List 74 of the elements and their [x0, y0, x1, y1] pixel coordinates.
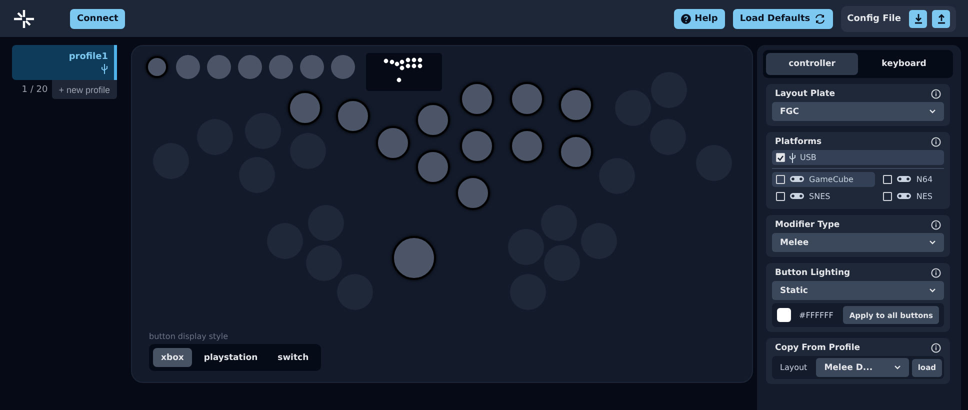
info-icon[interactable]: [931, 220, 941, 230]
logo-icon: [12, 8, 36, 28]
profile-select[interactable]: Melee D...: [816, 358, 909, 377]
controller-button[interactable]: [269, 55, 293, 79]
color-swatch[interactable]: [777, 308, 791, 322]
config-file-label: Config File: [847, 14, 901, 24]
info-icon[interactable]: [931, 137, 941, 147]
display-style-option[interactable]: switch: [270, 348, 317, 367]
checkbox[interactable]: [776, 192, 785, 201]
info-icon[interactable]: [931, 268, 941, 278]
refresh-icon: [814, 14, 826, 24]
chevron-icon: [894, 365, 901, 370]
mode-tab[interactable]: controller: [766, 53, 858, 75]
info-icon[interactable]: [931, 343, 941, 353]
connect-button[interactable]: Connect: [70, 8, 126, 28]
help-icon: [680, 14, 691, 24]
help-button[interactable]: Help: [674, 8, 725, 28]
checkbox[interactable]: [883, 192, 892, 201]
controller-button[interactable]: [336, 99, 370, 133]
controller-button[interactable]: [460, 82, 494, 116]
controller-button[interactable]: [416, 150, 450, 184]
info-icon[interactable]: [931, 89, 941, 99]
mode-tab[interactable]: keyboard: [858, 53, 950, 75]
upload-button[interactable]: [932, 10, 950, 28]
controller-button[interactable]: [146, 56, 168, 78]
new-profile-button[interactable]: + new profile: [52, 80, 117, 99]
color-value: #FFFFFF: [799, 310, 834, 320]
display-style-option[interactable]: playstation: [196, 348, 266, 367]
controller-button[interactable]: [176, 55, 200, 79]
controller-button[interactable]: [207, 55, 231, 79]
card-title: Modifier Type: [775, 220, 840, 230]
layout-plate-select[interactable]: FGC: [772, 102, 944, 121]
controller-button[interactable]: [331, 55, 355, 79]
checkbox[interactable]: [883, 175, 892, 184]
card-title: Button Lighting: [775, 268, 850, 278]
controller-button[interactable]: [300, 55, 324, 79]
chevron-icon: [929, 240, 936, 245]
modifier-type-select[interactable]: Melee: [772, 233, 944, 252]
profile-item[interactable]: profile1: [12, 45, 117, 80]
download-icon: [914, 14, 922, 24]
checkbox[interactable]: [776, 153, 785, 162]
profile-count: 1 / 20: [22, 84, 48, 94]
controller-button[interactable]: [510, 129, 544, 163]
controller-button[interactable]: [510, 82, 544, 116]
platform-label: USB: [800, 153, 816, 162]
card-title: Platforms: [775, 137, 822, 147]
chevron-icon: [929, 109, 936, 114]
usb-icon: [101, 64, 108, 74]
upload-icon: [936, 14, 946, 24]
chevron-icon: [929, 288, 936, 293]
platform-label: N64: [916, 175, 933, 184]
download-button[interactable]: [909, 10, 927, 28]
checkbox[interactable]: [776, 175, 785, 184]
usb-icon: [789, 152, 796, 162]
controller-button[interactable]: [238, 55, 262, 79]
display-style-label: button display style: [149, 332, 230, 341]
platform-label: NES: [916, 192, 932, 201]
controller-button[interactable]: [376, 126, 410, 160]
card-title: Layout Plate: [775, 89, 836, 99]
controller-button[interactable]: [559, 135, 593, 169]
lighting-mode-select[interactable]: Static: [772, 281, 944, 300]
controller-button[interactable]: [288, 91, 322, 125]
card-title: Copy From Profile: [775, 343, 860, 353]
layout-label: Layout: [779, 363, 808, 372]
controller-button[interactable]: [460, 129, 494, 163]
profile-name: profile1: [68, 52, 108, 62]
controller-button[interactable]: [456, 176, 490, 210]
display-style-option[interactable]: xbox: [153, 348, 192, 367]
platform-label: SNES: [809, 192, 830, 201]
load-defaults-button[interactable]: Load Defaults: [732, 8, 834, 28]
controller-button[interactable]: [392, 236, 436, 280]
platform-label: GameCube: [809, 175, 854, 184]
controller-button[interactable]: [559, 88, 593, 122]
controller-button[interactable]: [416, 103, 450, 137]
